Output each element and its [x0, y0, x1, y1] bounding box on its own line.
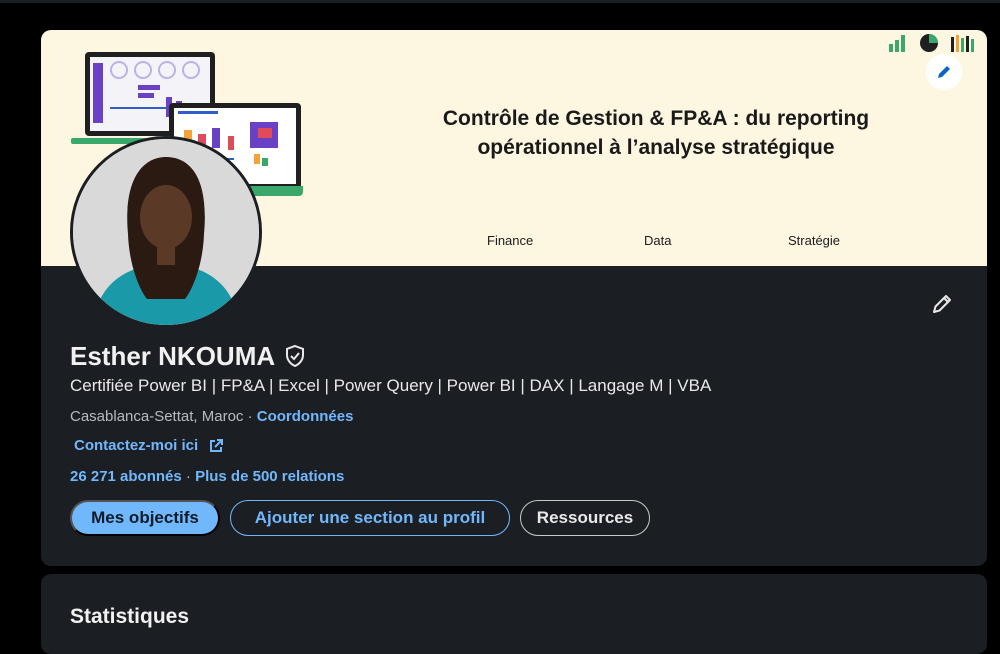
profile-name: Esther NKOUMA — [70, 341, 276, 371]
connections-link[interactable]: Plus de 500 relations — [195, 468, 344, 485]
banner-chart-decorations — [887, 32, 977, 54]
website-link-label: Contactez-moi ici — [74, 437, 199, 454]
external-link-icon — [210, 438, 224, 452]
separator: · — [243, 408, 257, 425]
pencil-icon — [933, 295, 951, 313]
banner-title-line: opérationnel à l’analyse stratégique — [477, 136, 835, 159]
edit-banner-button[interactable] — [926, 54, 962, 90]
separator: · — [181, 468, 196, 485]
profile-network-line: 26 271 abonnés · Plus de 500 relations — [70, 468, 344, 485]
profile-headline: Certifiée Power BI | FP&A | Excel | Powe… — [70, 376, 712, 395]
pie-chart-icon — [920, 34, 938, 52]
resources-button[interactable]: Ressources — [520, 500, 650, 536]
add-profile-section-button[interactable]: Ajouter une section au profil — [230, 500, 510, 536]
top-nav-edge — [0, 0, 1000, 3]
banner-tag-data: Data — [644, 233, 672, 248]
banner-tag-strategie: Stratégie — [788, 233, 841, 248]
statistics-card: Statistiques — [41, 574, 987, 654]
avatar[interactable] — [70, 136, 262, 328]
profile-name-row: Esther NKOUMA — [70, 340, 306, 372]
banner-tag-finance: Finance — [487, 233, 534, 248]
banner-title-line: Contrôle de Gestion & FP&A : du reportin… — [442, 107, 870, 130]
column-chart-icon — [951, 35, 974, 52]
profile-location: Casablanca-Settat, Maroc — [70, 408, 244, 425]
contact-info-link[interactable]: Coordonnées — [257, 408, 354, 425]
my-goals-button[interactable]: Mes objectifs — [70, 500, 220, 536]
profile-location-line: Casablanca-Settat, Maroc · Coordonnées — [70, 408, 353, 425]
profile-card: Contrôle de Gestion & FP&A : du reportin… — [41, 30, 987, 566]
verified-shield-icon[interactable] — [284, 344, 306, 368]
followers-link[interactable]: 26 271 abonnés — [70, 468, 182, 485]
banner-title: Contrôle de Gestion & FP&A : du reportin… — [371, 104, 941, 162]
bar-chart-icon — [889, 35, 905, 52]
edit-profile-button[interactable] — [926, 288, 958, 320]
pencil-icon — [938, 66, 950, 78]
website-link[interactable]: Contactez-moi ici — [74, 437, 224, 454]
statistics-title: Statistiques — [70, 605, 190, 628]
